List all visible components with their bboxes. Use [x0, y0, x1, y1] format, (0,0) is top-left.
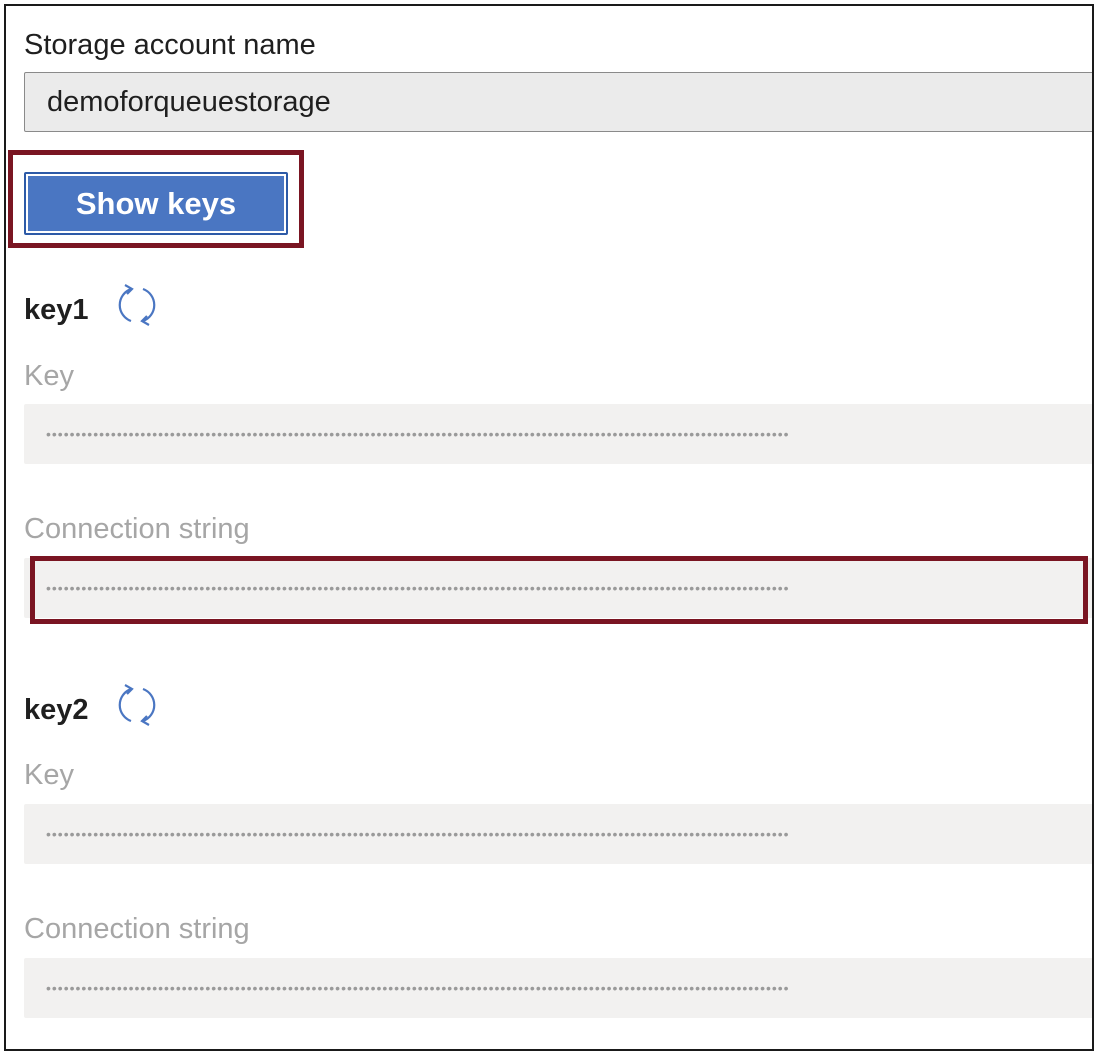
show-keys-button[interactable]: Show keys: [24, 172, 288, 235]
refresh-icon[interactable]: [114, 282, 160, 328]
key1-key-label: Key: [24, 360, 74, 392]
storage-account-name-field[interactable]: demoforqueuestorage: [24, 72, 1092, 132]
key2-key-label: Key: [24, 759, 74, 791]
key1-connection-string-label: Connection string: [24, 513, 250, 545]
refresh-icon[interactable]: [114, 682, 160, 728]
key2-key-field[interactable]: ••••••••••••••••••••••••••••••••••••••••…: [24, 804, 1092, 864]
key2-connection-string-label: Connection string: [24, 913, 250, 945]
key2-heading: key2: [24, 694, 89, 726]
storage-account-name-label: Storage account name: [24, 29, 316, 61]
connection-string-highlight-box: [30, 556, 1088, 624]
key1-key-field[interactable]: ••••••••••••••••••••••••••••••••••••••••…: [24, 404, 1092, 464]
key2-connection-string-field[interactable]: ••••••••••••••••••••••••••••••••••••••••…: [24, 958, 1092, 1018]
access-keys-panel: Storage account name demoforqueuestorage…: [4, 4, 1094, 1051]
key1-heading: key1: [24, 294, 89, 326]
